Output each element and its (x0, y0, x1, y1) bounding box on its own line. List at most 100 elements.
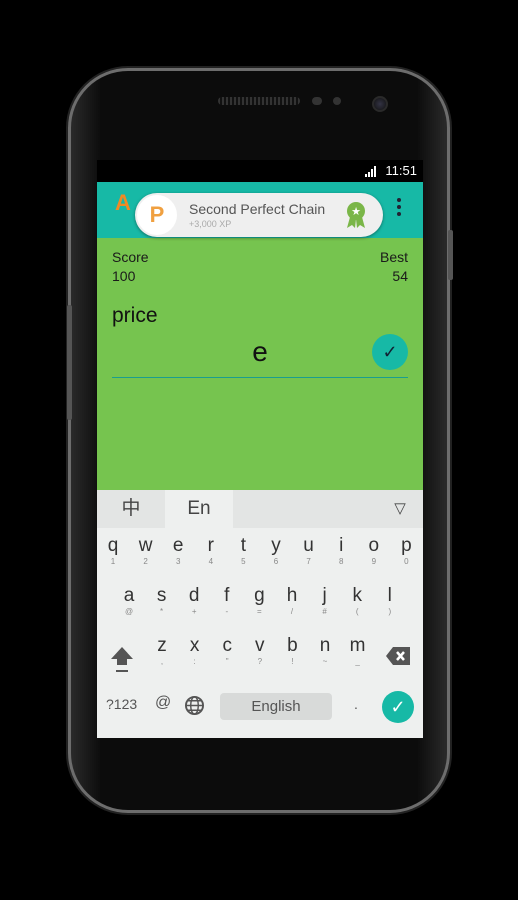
key-label: x (189, 635, 200, 656)
svg-text:★: ★ (351, 206, 361, 218)
screen: 11:51 A P Second Perfect Chain +3,000 XP… (97, 160, 423, 738)
key-hint: @ (124, 607, 134, 616)
key-label: m (349, 635, 366, 656)
key-label: j (322, 585, 327, 606)
key-label: i (339, 535, 344, 556)
key-z[interactable]: z, (147, 636, 177, 668)
key-hint: 9 (371, 557, 377, 566)
keyboard: 中 En ▽ q 1 w 2 e 3 r 4 t 5 y 6 u 7 i 8 o 9 p 0 a @ s * d + f - g = h / j… (97, 490, 423, 738)
period-key[interactable]: . (354, 696, 358, 712)
key-p[interactable]: p0 (391, 536, 421, 568)
key-l[interactable]: l) (375, 586, 405, 618)
key-label: q (107, 535, 119, 556)
key-hint: ( (355, 607, 359, 616)
key-label: y (271, 535, 281, 556)
power-button[interactable] (448, 230, 453, 280)
key-b[interactable]: b! (277, 636, 307, 668)
key-hint: ? (257, 657, 263, 666)
best-label: Best (379, 249, 408, 265)
collapse-keyboard-icon[interactable]: ▽ (385, 490, 415, 528)
key-hint: _ (355, 657, 360, 666)
key-label: v (255, 635, 265, 656)
answer-value: e (252, 336, 268, 367)
key-label: o (368, 535, 380, 556)
key-d[interactable]: d + (179, 586, 209, 618)
tab-english[interactable]: En (165, 490, 233, 528)
answer-input[interactable]: e (112, 332, 408, 378)
at-key[interactable]: @ (155, 694, 171, 712)
volume-button[interactable] (67, 305, 72, 420)
achievement-title: Second Perfect Chain (189, 201, 326, 217)
key-hint: , (160, 657, 164, 666)
key-label: c (222, 635, 232, 656)
key-hint: 8 (338, 557, 344, 566)
score-value: 100 (112, 268, 136, 284)
key-i[interactable]: i8 (326, 536, 356, 568)
key-e[interactable]: e3 (163, 536, 193, 568)
overflow-menu-icon[interactable] (397, 198, 401, 219)
backspace-icon[interactable] (386, 647, 410, 665)
key-o[interactable]: o9 (359, 536, 389, 568)
signal-icon (365, 166, 376, 177)
symbols-key[interactable]: ?123 (106, 696, 137, 712)
key-label: z (157, 635, 167, 656)
best-value: 54 (392, 268, 408, 284)
key-label: g (254, 585, 265, 606)
key-hint: 3 (175, 557, 181, 566)
key-label: l (387, 585, 392, 606)
shift-icon[interactable] (110, 645, 134, 673)
key-label: t (240, 535, 247, 556)
key-a[interactable]: a @ (114, 586, 144, 618)
key-j[interactable]: j # (310, 586, 340, 618)
key-label: d (188, 585, 200, 606)
key-hint: ! (291, 657, 294, 666)
key-label: b (287, 635, 298, 656)
achievement-badge-icon: P (137, 195, 177, 235)
key-label: h (286, 585, 298, 606)
key-hint: ) (388, 607, 392, 616)
key-f[interactable]: f- (212, 586, 242, 618)
award-ribbon-icon: ★ (347, 202, 365, 228)
key-label: r (207, 535, 214, 556)
key-hint: 1 (110, 557, 116, 566)
key-s[interactable]: s * (147, 586, 177, 618)
key-n[interactable]: n ~ (310, 636, 340, 668)
space-bar[interactable]: English (220, 693, 332, 720)
key-k[interactable]: k( (342, 586, 372, 618)
key-hint: : (193, 657, 196, 666)
key-y[interactable]: y6 (261, 536, 291, 568)
key-hint: * (160, 607, 164, 616)
achievement-notification[interactable]: P Second Perfect Chain +3,000 XP ★ (135, 193, 383, 237)
key-hint: - (225, 607, 229, 616)
key-label: u (303, 535, 314, 556)
sensor (312, 97, 322, 105)
key-h[interactable]: h / (277, 586, 307, 618)
key-m[interactable]: m _ (343, 636, 373, 668)
key-u[interactable]: u7 (294, 536, 324, 568)
key-q[interactable]: q1 (98, 536, 128, 568)
key-v[interactable]: v? (245, 636, 275, 668)
key-hint: # (322, 607, 327, 616)
key-hint: 4 (208, 557, 214, 566)
key-hint: 7 (306, 557, 311, 566)
key-g[interactable]: g = (244, 586, 274, 618)
key-hint: ~ (322, 657, 328, 666)
key-x[interactable]: x: (180, 636, 210, 668)
key-label: k (352, 585, 362, 606)
key-label: n (319, 635, 331, 656)
key-hint: / (290, 607, 294, 616)
enter-check-button[interactable]: ✓ (382, 691, 414, 723)
sensor (333, 97, 341, 105)
key-w[interactable]: w2 (131, 536, 161, 568)
globe-icon[interactable] (185, 696, 204, 715)
key-c[interactable]: c " (212, 636, 242, 668)
key-hint: " (225, 657, 229, 666)
key-label: p (401, 535, 412, 556)
key-hint: = (257, 607, 262, 616)
earpiece-speaker (218, 97, 300, 105)
key-r[interactable]: r4 (196, 536, 226, 568)
key-label: f (224, 585, 230, 606)
key-t[interactable]: t5 (228, 536, 258, 568)
tab-chinese[interactable]: 中 (97, 490, 165, 528)
submit-check-button[interactable]: ✓ (372, 334, 408, 370)
